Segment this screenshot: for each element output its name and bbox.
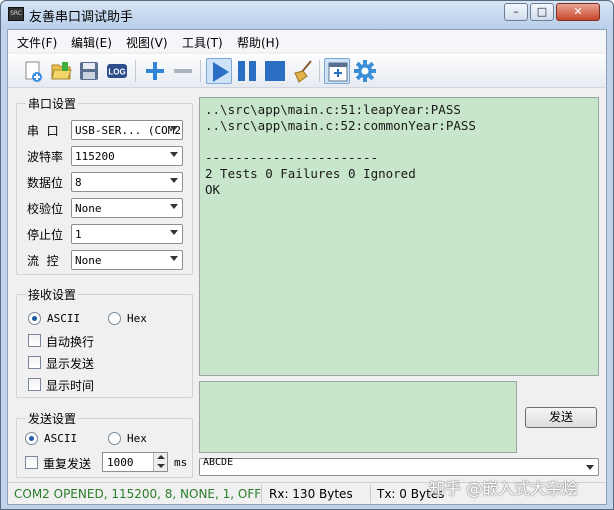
status-separator [261,485,262,503]
show-time-label: 显示时间 [46,379,95,393]
menu-help[interactable]: 帮助(H) [237,34,279,51]
receive-text: ..\src\app\main.c:51:leapYear:PASS ..\sr… [205,102,476,197]
port-value: USB-SER... (COM2 [75,124,181,137]
stepper-up-button[interactable] [153,453,167,462]
send-input[interactable] [199,381,517,453]
menu-edit[interactable]: 编辑(E) [71,34,112,51]
minus-icon[interactable] [170,58,196,84]
stopbits-value: 1 [75,228,82,241]
window-title: 友善串口调试助手 [29,10,134,25]
baud-select[interactable]: 115200 [71,146,183,166]
chevron-down-icon [170,178,178,183]
flowcontrol-label: 流 控 [27,254,59,268]
receive-hex-radio[interactable] [108,312,121,325]
title-bar: SRC 友善串口调试助手 – □ ✕ [1,1,613,29]
repeat-interval-stepper[interactable]: 1000 [102,452,168,472]
play-icon[interactable] [206,58,232,84]
toolbar: LOG [8,54,606,88]
receive-ascii-radio[interactable] [28,312,41,325]
minimize-button[interactable]: – [504,3,528,21]
chevron-down-icon [170,230,178,235]
parity-label: 校验位 [27,202,64,216]
rx-count: Rx: 130 Bytes [269,487,353,501]
send-ascii-radio[interactable] [25,432,38,445]
pause-icon[interactable] [234,58,260,84]
flowcontrol-value: None [75,254,102,267]
auto-wrap-label: 自动换行 [46,335,95,349]
broom-clear-icon[interactable] [290,58,316,84]
show-send-checkbox[interactable] [28,356,41,369]
plus-icon[interactable] [142,58,168,84]
receive-ascii-label: ASCII [47,312,81,325]
app-window: SRC 友善串口调试助手 – □ ✕ 文件(F) 编辑(E) 视图(V) 工具(… [0,0,614,510]
open-folder-icon[interactable] [48,58,74,84]
chevron-down-icon [170,204,178,209]
flowcontrol-select[interactable]: None [71,250,183,270]
show-send-label: 显示发送 [46,357,95,371]
databits-value: 8 [75,176,82,189]
port-label: 串 口 [27,124,59,138]
send-hex-radio[interactable] [108,432,121,445]
toolbar-separator [319,60,320,82]
toolbar-separator [200,60,201,82]
serial-settings-title: 串口设置 [26,95,79,112]
auto-wrap-checkbox[interactable] [28,334,41,347]
log-icon-text: LOG [108,68,125,77]
gear-icon[interactable] [352,58,378,84]
stopbits-select[interactable]: 1 [71,224,183,244]
new-file-icon[interactable] [20,58,46,84]
chevron-down-icon [586,465,594,470]
send-history-value: ABCDE [203,457,234,468]
repeat-send-checkbox[interactable] [25,456,38,469]
baud-value: 115200 [75,150,115,163]
send-button[interactable]: 发送 [525,407,597,428]
chevron-down-icon [170,152,178,157]
menu-bar: 文件(F) 编辑(E) 视图(V) 工具(T) 帮助(H) [8,30,606,52]
parity-value: None [75,202,102,215]
chevron-down-icon [170,256,178,261]
parity-select[interactable]: None [71,198,183,218]
chevron-down-icon [170,126,178,131]
menu-view[interactable]: 视图(V) [126,34,168,51]
watermark: 知乎 @嵌入式大杂烩 [429,479,579,498]
baud-label: 波特率 [27,150,64,164]
menu-tools[interactable]: 工具(T) [182,34,223,51]
log-icon[interactable]: LOG [104,58,130,84]
send-settings-title: 发送设置 [26,410,79,427]
save-disk-icon[interactable] [76,58,102,84]
databits-label: 数据位 [27,176,64,190]
stopbits-label: 停止位 [27,228,64,242]
interval-unit: ms [174,456,188,469]
databits-select[interactable]: 8 [71,172,183,192]
client-area: 文件(F) 编辑(E) 视图(V) 工具(T) 帮助(H) LOG 串口设置 串… [7,29,607,505]
status-separator [370,485,371,503]
repeat-send-label: 重复发送 [43,457,92,471]
window-add-icon[interactable] [324,58,350,84]
show-time-checkbox[interactable] [28,378,41,391]
stop-icon[interactable] [262,58,288,84]
receive-area[interactable]: ..\src\app\main.c:51:leapYear:PASS ..\sr… [199,97,599,376]
receive-settings-group [16,294,193,398]
maximize-button[interactable]: □ [530,3,554,21]
receive-hex-label: Hex [127,312,147,325]
close-button[interactable]: ✕ [556,3,600,21]
repeat-interval-value: 1000 [107,456,134,469]
receive-settings-title: 接收设置 [26,286,79,303]
toolbar-separator [135,60,136,82]
send-ascii-label: ASCII [44,432,78,445]
app-icon: SRC [8,7,24,21]
menu-file[interactable]: 文件(F) [17,34,57,51]
port-select[interactable]: USB-SER... (COM2 [71,120,183,140]
send-history-select[interactable]: ABCDE [199,457,599,476]
send-hex-label: Hex [127,432,147,445]
port-status: COM2 OPENED, 115200, 8, NONE, 1, OFF [14,487,262,501]
stepper-down-button[interactable] [153,462,167,471]
